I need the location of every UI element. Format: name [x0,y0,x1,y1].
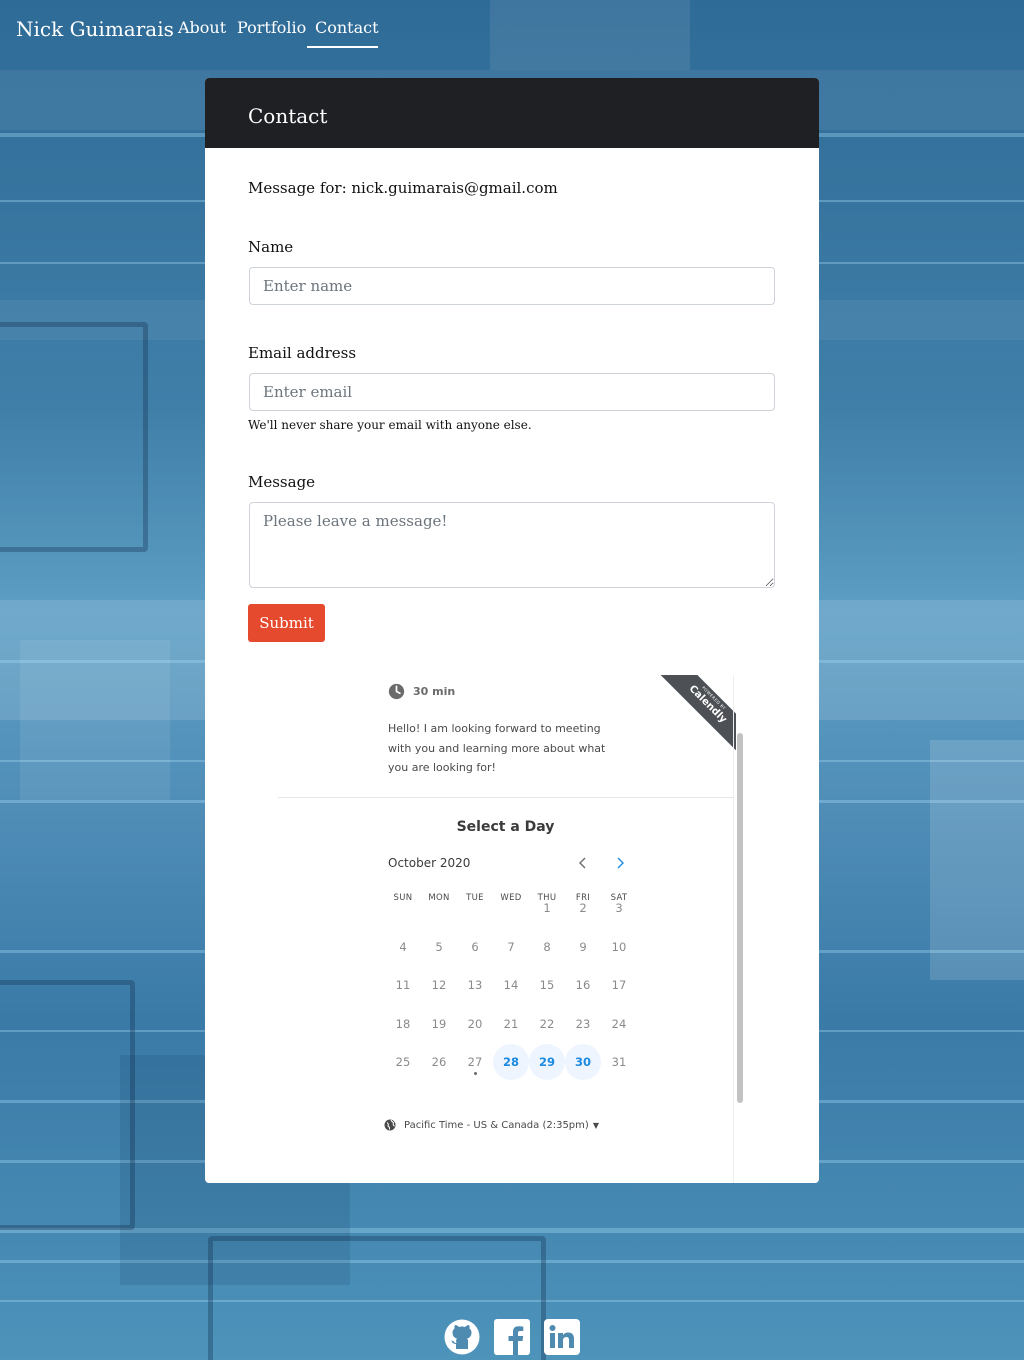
calendar-day-25: 25 [395,1055,411,1069]
embed-scrollbar-thumb[interactable] [737,733,743,1103]
linkedin-icon[interactable] [543,1318,581,1356]
calendar-day-19: 19 [431,1016,447,1031]
calendar-day-16: 16 [575,978,591,992]
calendar-day-15: 15 [539,978,555,992]
contact-card: Contact Message for: nick.guimarais@gmai… [205,78,819,1183]
section-divider [278,797,733,798]
duration-text: 30 min [413,685,456,698]
nav-link-about[interactable]: About [178,17,226,39]
name-label: Name [248,238,294,256]
calendar-day-28[interactable]: 28 [493,1044,529,1080]
calendar-day-7: 7 [507,939,515,954]
today-indicator [473,1072,477,1075]
select-day-heading: Select a Day [456,819,555,835]
submit-button[interactable]: Submit [248,604,325,642]
nav-link-portfolio[interactable]: Portfolio [237,17,306,39]
calendar-day-1: 1 [543,901,551,915]
email-help-text: We'll never share your email with anyone… [248,418,532,432]
calendar-day-11: 11 [395,978,411,992]
calendar-day-21: 21 [503,1016,519,1031]
github-icon[interactable] [443,1318,481,1356]
globe-icon [384,1119,396,1131]
message-textarea[interactable] [249,502,775,588]
calendar-day-14: 14 [503,978,519,992]
duration-row: 30 min [388,683,455,700]
calendar-day-31: 31 [611,1055,627,1069]
timezone-selector[interactable]: Pacific Time - US & Canada (2:35pm) ▼ [384,1119,599,1131]
calendar-day-17: 17 [611,978,627,992]
calendar-day-29[interactable]: 29 [529,1044,565,1080]
weekday-wed: WED [500,893,522,903]
calendar-day-5: 5 [435,939,443,954]
calendar-day-18: 18 [395,1016,411,1031]
calendar-day-20: 20 [467,1016,483,1031]
calendar-day-27: 27 [457,1044,493,1080]
chevron-right-icon[interactable] [612,855,628,871]
powered-by-ribbon[interactable]: POWERED BY Calendly [658,675,736,753]
chevron-left-icon[interactable] [575,855,591,871]
calendar-day-23: 23 [575,1016,591,1031]
clock-icon [388,683,405,700]
caret-down-icon: ▼ [592,1120,599,1130]
card-title: Contact [248,104,328,128]
calendar-day-2: 2 [579,901,587,915]
name-input[interactable] [249,267,775,305]
active-nav-indicator [307,46,378,48]
weekday-mon: MON [428,893,450,903]
calendar-day-13: 13 [467,978,483,992]
email-input[interactable] [249,373,775,411]
calendar-day-12: 12 [431,978,447,992]
month-label: October 2020 [388,856,471,870]
calendar-day-9: 9 [579,939,587,954]
card-header: Contact [205,78,819,148]
message-recipient: Message for: nick.guimarais@gmail.com [248,179,558,197]
email-label: Email address [248,344,357,362]
event-description: Hello! I am looking forward to meeting w… [388,722,606,774]
calendar-day-8: 8 [543,939,551,954]
nav-link-contact[interactable]: Contact [315,17,379,39]
brand-logo[interactable]: Nick Guimarais [16,16,174,42]
calendar-day-26: 26 [431,1055,447,1069]
calendar-day-24: 24 [611,1016,627,1031]
weekday-tue: TUE [466,893,484,903]
calendar-day-10: 10 [611,939,627,954]
calendar-day-30[interactable]: 30 [565,1044,601,1080]
calendly-embed: 30 min Hello! I am looking forward to me… [278,675,746,1183]
timezone-text: Pacific Time - US & Canada (2:35pm) [404,1119,589,1131]
calendar-day-6: 6 [471,939,479,954]
ribbon-calendly: Calendly [686,683,729,726]
facebook-icon[interactable] [493,1318,531,1356]
message-label: Message [248,473,316,491]
calendar-day-22: 22 [539,1016,555,1031]
calendar-day-4: 4 [399,939,407,954]
weekday-sun: SUN [393,893,413,903]
calendar-day-3: 3 [615,901,623,915]
top-navbar: Nick Guimarais About Portfolio Contact [0,0,1024,52]
